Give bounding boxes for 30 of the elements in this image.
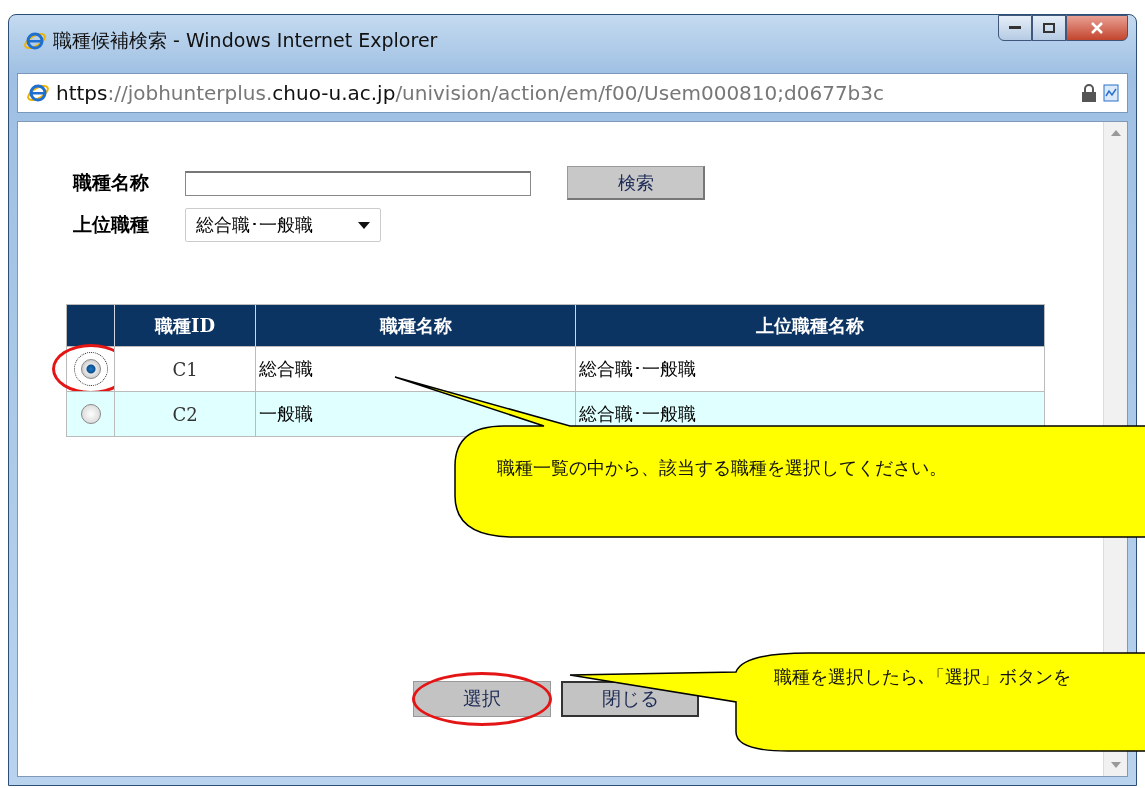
search-button[interactable]: 検索 xyxy=(567,166,705,200)
table-cell: C2 xyxy=(114,391,255,436)
address-bar[interactable]: https://jobhunterplus.chuo-u.ac.jp/univision/action/em/f00/Usem000810;d0677b3c xyxy=(17,73,1128,113)
window-title: 職種候補検索 - Windows Internet Explorer xyxy=(53,28,438,53)
column-header: 上位職種名称 xyxy=(575,305,1044,346)
dropdown-caret-icon xyxy=(358,221,370,229)
header-cell xyxy=(67,305,114,346)
close-button[interactable] xyxy=(1066,15,1128,41)
radio-button[interactable] xyxy=(80,404,101,424)
column-header: 職種ID xyxy=(114,305,255,346)
callout-text: 職種一覧の中から、該当する職種を選択してください。 xyxy=(497,456,947,480)
job-name-input[interactable] xyxy=(185,170,531,196)
url-text: https://jobhunterplus.chuo-u.ac.jp/univision/action/em/f00/Usem000810;d0677b3c xyxy=(56,81,885,105)
close-icon xyxy=(1090,22,1104,34)
table-cell: 総合職･一般職 xyxy=(575,346,1044,391)
category-select[interactable]: 総合職･一般職 xyxy=(185,208,381,242)
minimize-button[interactable] xyxy=(998,15,1032,41)
field-label: 職種名称 xyxy=(73,170,150,195)
page-report-icon xyxy=(1103,84,1119,102)
lock-icon xyxy=(1081,84,1097,102)
radio-button[interactable] xyxy=(80,359,101,379)
table-cell: C1 xyxy=(114,346,255,391)
minimize-icon xyxy=(1009,26,1021,30)
maximize-icon xyxy=(1043,23,1055,33)
table-cell: 総合職 xyxy=(255,346,575,391)
callout-text: 職種を選択したら､「選択」ボタンを xyxy=(774,665,1071,689)
maximize-button[interactable] xyxy=(1032,15,1066,41)
dialog-button[interactable]: 選択 xyxy=(413,681,551,717)
field-label: 上位職種 xyxy=(73,212,150,237)
column-header: 職種名称 xyxy=(255,305,575,346)
